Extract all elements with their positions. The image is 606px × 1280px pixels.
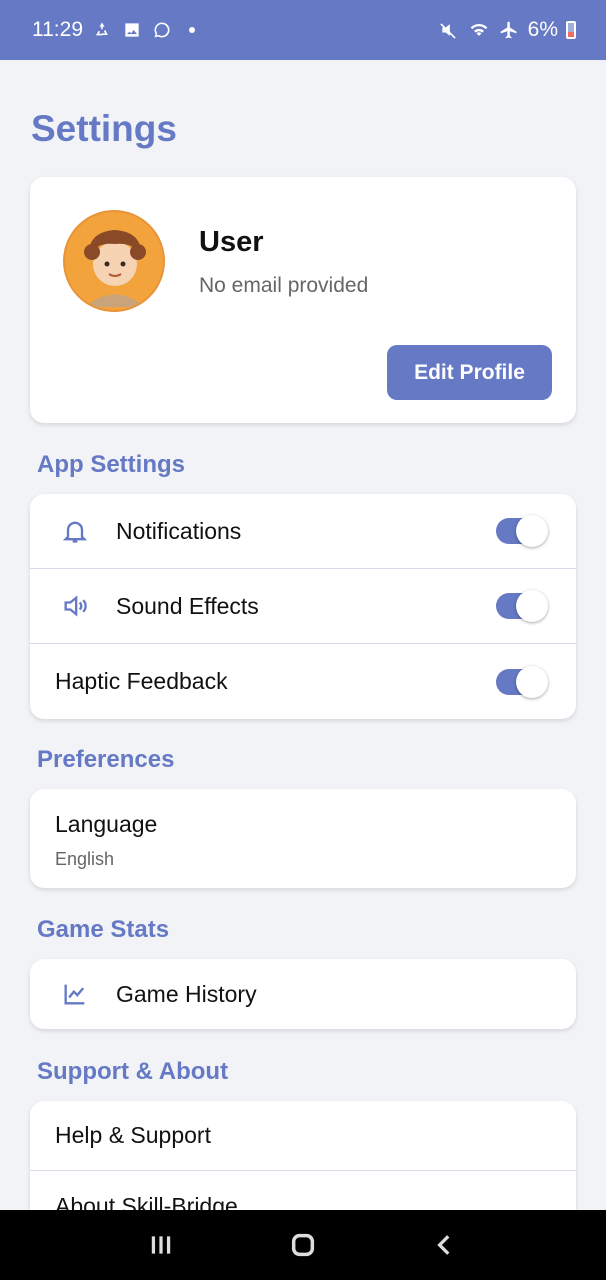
recent-apps-button[interactable]	[141, 1225, 181, 1265]
sound-effects-toggle[interactable]	[496, 590, 548, 622]
about-label: About Skill-Bridge	[55, 1192, 238, 1211]
user-name: User	[199, 226, 264, 258]
language-label: Language	[55, 811, 158, 837]
setting-label: Haptic Feedback	[55, 668, 228, 694]
edit-profile-button[interactable]: Edit Profile	[387, 345, 552, 400]
toggle-knob	[516, 515, 548, 547]
help-support-row[interactable]: Help & Support	[30, 1101, 576, 1171]
toggle-knob	[516, 590, 548, 622]
user-email: No email provided	[199, 274, 369, 297]
setting-label: Notifications	[116, 517, 242, 544]
section-title-app-settings: App Settings	[37, 451, 185, 478]
toggle-knob	[516, 665, 548, 698]
back-button[interactable]	[425, 1225, 465, 1265]
game-stats-card: Game History	[30, 959, 576, 1029]
settings-content[interactable]: Settings User No email provided Edit Pro…	[0, 60, 606, 1210]
image-icon	[121, 19, 143, 41]
language-value: English	[55, 849, 115, 869]
section-title-game-stats: Game Stats	[37, 916, 170, 943]
about-row[interactable]: About Skill-Bridge	[30, 1171, 576, 1211]
system-nav-bar	[0, 1210, 606, 1280]
wifi-icon	[468, 19, 490, 41]
status-bar-left: 11:29	[32, 18, 195, 42]
language-card[interactable]: Language English	[30, 789, 576, 888]
setting-row-sound-effects[interactable]: Sound Effects	[30, 569, 576, 644]
notification-dot	[189, 27, 195, 33]
bell-icon	[60, 516, 90, 546]
setting-row-notifications[interactable]: Notifications	[30, 494, 576, 569]
support-card: Help & Support About Skill-Bridge	[30, 1101, 576, 1210]
whatsapp-icon	[151, 19, 173, 41]
setting-label: Sound Effects	[116, 592, 259, 619]
section-title-support: Support & About	[37, 1058, 229, 1085]
battery-icon	[566, 21, 576, 39]
help-support-label: Help & Support	[55, 1122, 211, 1148]
speaker-icon	[60, 591, 90, 621]
battery-percentage: 6%	[527, 18, 558, 41]
home-button[interactable]	[283, 1225, 323, 1265]
recycle-icon	[91, 19, 113, 41]
section-title-preferences: Preferences	[37, 746, 175, 773]
game-history-row[interactable]: Game History	[30, 959, 576, 1029]
haptic-feedback-toggle[interactable]	[496, 665, 548, 698]
mute-icon	[438, 19, 460, 41]
app-settings-card: Notifications Sound Effects Haptic Feedb…	[30, 494, 576, 719]
chart-icon	[60, 979, 90, 1009]
status-bar-right: 6%	[438, 18, 576, 42]
profile-card: User No email provided Edit Profile	[30, 177, 576, 423]
status-bar: 11:29 6%	[0, 0, 606, 60]
airplane-icon	[498, 19, 520, 41]
avatar	[63, 210, 165, 312]
clock: 11:29	[32, 18, 83, 41]
page-title: Settings	[31, 108, 177, 149]
notifications-toggle[interactable]	[496, 515, 548, 547]
setting-row-haptic-feedback[interactable]: Haptic Feedback	[30, 644, 576, 719]
game-history-label: Game History	[116, 980, 257, 1007]
